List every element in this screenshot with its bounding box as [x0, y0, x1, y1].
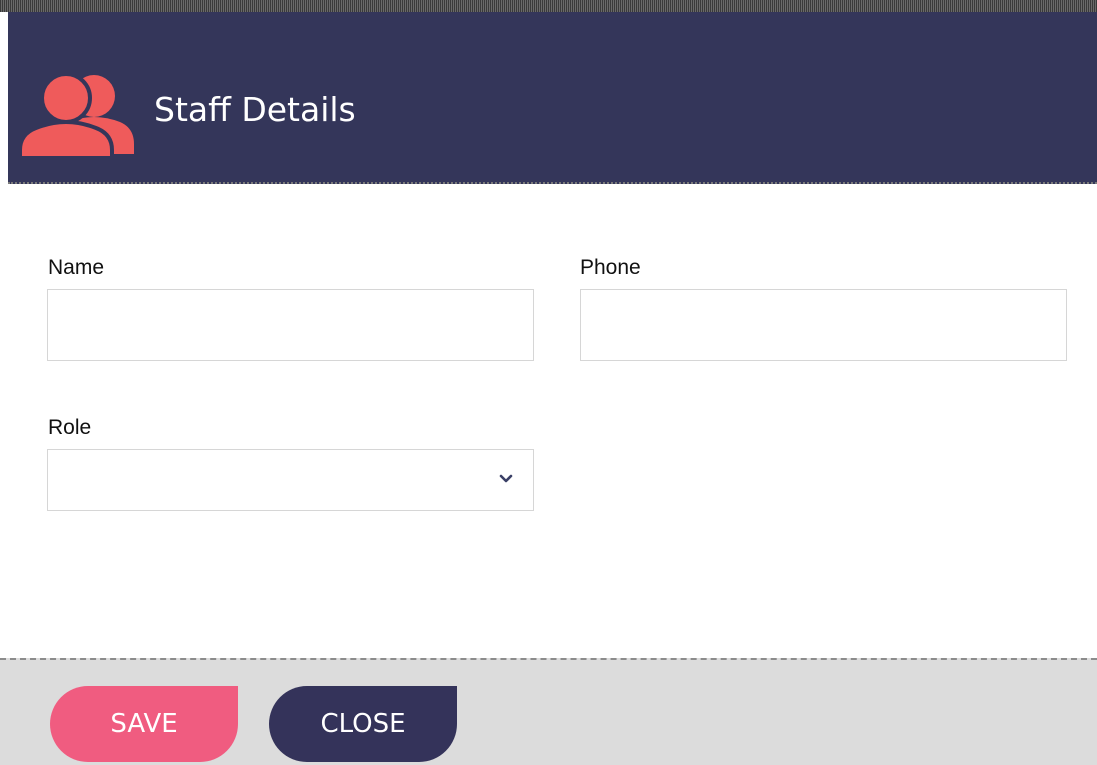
- role-select[interactable]: [47, 449, 534, 511]
- role-label: Role: [48, 416, 92, 439]
- staff-details-dialog: Staff Details Name Phone Role SAVE CLOSE: [0, 0, 1097, 765]
- dialog-title: Staff Details: [154, 90, 356, 129]
- phone-label: Phone: [580, 256, 641, 279]
- save-button[interactable]: SAVE: [50, 686, 238, 762]
- chevron-down-icon: [499, 474, 513, 483]
- dialog-footer: SAVE CLOSE: [0, 658, 1097, 765]
- name-label: Name: [48, 256, 105, 279]
- window-top-edge: [0, 0, 1097, 12]
- close-button[interactable]: CLOSE: [269, 686, 457, 762]
- name-input[interactable]: [47, 289, 534, 361]
- staff-group-icon: [22, 72, 134, 160]
- dialog-header: Staff Details: [8, 12, 1097, 184]
- phone-input[interactable]: [580, 289, 1067, 361]
